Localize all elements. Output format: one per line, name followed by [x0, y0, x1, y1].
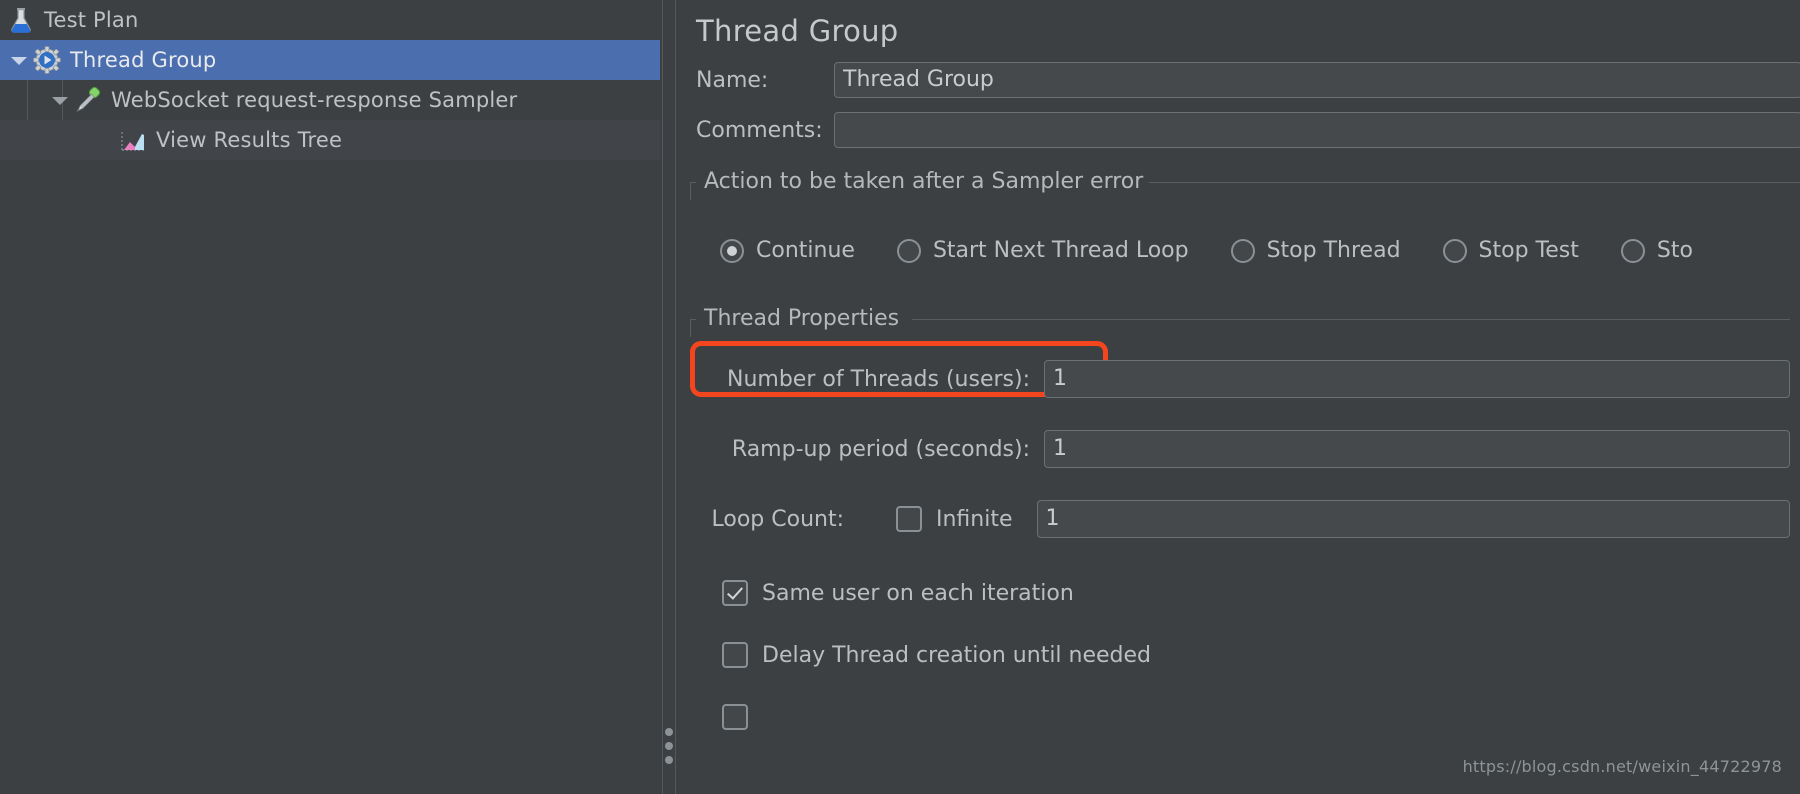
radio-indicator[interactable] [1620, 238, 1645, 263]
pipette-icon [73, 85, 103, 115]
radio-stop-test-now[interactable]: Sto [1620, 238, 1693, 263]
tree-item-label: View Results Tree [156, 128, 343, 152]
checkbox-indicator[interactable] [896, 506, 922, 532]
thread-group-config-panel: Thread Group Name: Comments: Action to b… [678, 0, 1800, 794]
tree-item-websocket-sampler[interactable]: WebSocket request-response Sampler [0, 80, 660, 120]
delay-thread-creation-label: Delay Thread creation until needed [762, 642, 1152, 668]
sampler-error-group: Action to be taken after a Sampler error… [690, 170, 1800, 281]
radio-stop-thread[interactable]: Stop Thread [1230, 238, 1401, 263]
infinite-checkbox[interactable]: Infinite [896, 506, 1013, 532]
sampler-error-group-title: Action to be taken after a Sampler error [698, 170, 1150, 194]
watermark-text: https://blog.csdn.net/weixin_44722978 [1462, 757, 1782, 776]
gear-icon [32, 45, 62, 75]
radio-continue[interactable]: Continue [720, 238, 855, 263]
radio-stop-test[interactable]: Stop Test [1442, 238, 1579, 263]
flask-icon [6, 5, 36, 35]
radio-label: Sto [1656, 238, 1693, 263]
ramp-up-period-label: Ramp-up period (seconds): [731, 436, 1030, 462]
ramp-up-period-input[interactable] [1044, 430, 1790, 468]
scheduler-checkbox-partial[interactable] [722, 693, 1790, 741]
comments-field-row: Comments: [678, 112, 1800, 148]
chart-icon [118, 125, 148, 155]
number-of-threads-row: Number of Threads (users): [700, 355, 1790, 403]
name-input[interactable] [834, 62, 1800, 98]
delay-thread-creation-checkbox[interactable]: Delay Thread creation until needed [722, 631, 1790, 679]
tree-item-view-results-tree[interactable]: View Results Tree [0, 120, 660, 160]
tree-item-label: WebSocket request-response Sampler [111, 88, 518, 112]
loop-count-row: Loop Count: Infinite [700, 495, 1790, 543]
name-label: Name: [696, 67, 769, 93]
thread-properties-group: Thread Properties Number of Threads (use… [690, 307, 1800, 741]
checkbox-indicator[interactable] [722, 642, 748, 668]
same-user-label: Same user on each iteration [762, 580, 1074, 606]
splitter-line [675, 0, 676, 794]
infinite-label: Infinite [936, 506, 1013, 532]
checkbox-indicator[interactable] [722, 704, 748, 730]
radio-start-next-thread-loop[interactable]: Start Next Thread Loop [896, 238, 1189, 263]
loop-count-label: Loop Count: [711, 506, 845, 532]
tree-item-label: Test Plan [44, 8, 139, 32]
chevron-down-icon[interactable] [6, 40, 32, 80]
radio-label: Stop Thread [1266, 238, 1401, 263]
comments-label: Comments: [696, 117, 823, 143]
splitter-line [662, 0, 663, 794]
number-of-threads-input[interactable] [1044, 360, 1790, 398]
loop-count-input[interactable] [1036, 500, 1790, 538]
comments-input[interactable] [834, 112, 1800, 148]
jmeter-window: Test Plan Thread Group WebSocket request… [0, 0, 1800, 794]
same-user-checkbox[interactable]: Same user on each iteration [722, 569, 1790, 617]
radio-indicator[interactable] [1442, 238, 1467, 263]
ramp-up-period-row: Ramp-up period (seconds): [700, 425, 1790, 473]
tree-item-thread-group[interactable]: Thread Group [0, 40, 660, 80]
panel-splitter[interactable] [660, 0, 678, 794]
radio-label: Stop Test [1478, 238, 1579, 263]
splitter-grip[interactable] [665, 728, 673, 770]
number-of-threads-label: Number of Threads (users): [727, 366, 1030, 392]
chevron-down-icon[interactable] [47, 80, 73, 120]
radio-indicator[interactable] [720, 238, 744, 263]
checkbox-indicator[interactable] [722, 580, 748, 606]
radio-label: Start Next Thread Loop [932, 238, 1189, 263]
tree-item-label: Thread Group [70, 48, 217, 72]
name-field-row: Name: [678, 62, 1800, 98]
sampler-error-radio-group: Continue Start Next Thread Loop Stop Thr… [690, 186, 1800, 281]
radio-indicator[interactable] [1230, 238, 1255, 263]
page-title: Thread Group [696, 14, 899, 48]
tree-item-test-plan[interactable]: Test Plan [0, 0, 660, 40]
radio-label: Continue [756, 238, 855, 263]
radio-indicator[interactable] [896, 238, 921, 263]
test-plan-tree[interactable]: Test Plan Thread Group WebSocket request… [0, 0, 660, 794]
